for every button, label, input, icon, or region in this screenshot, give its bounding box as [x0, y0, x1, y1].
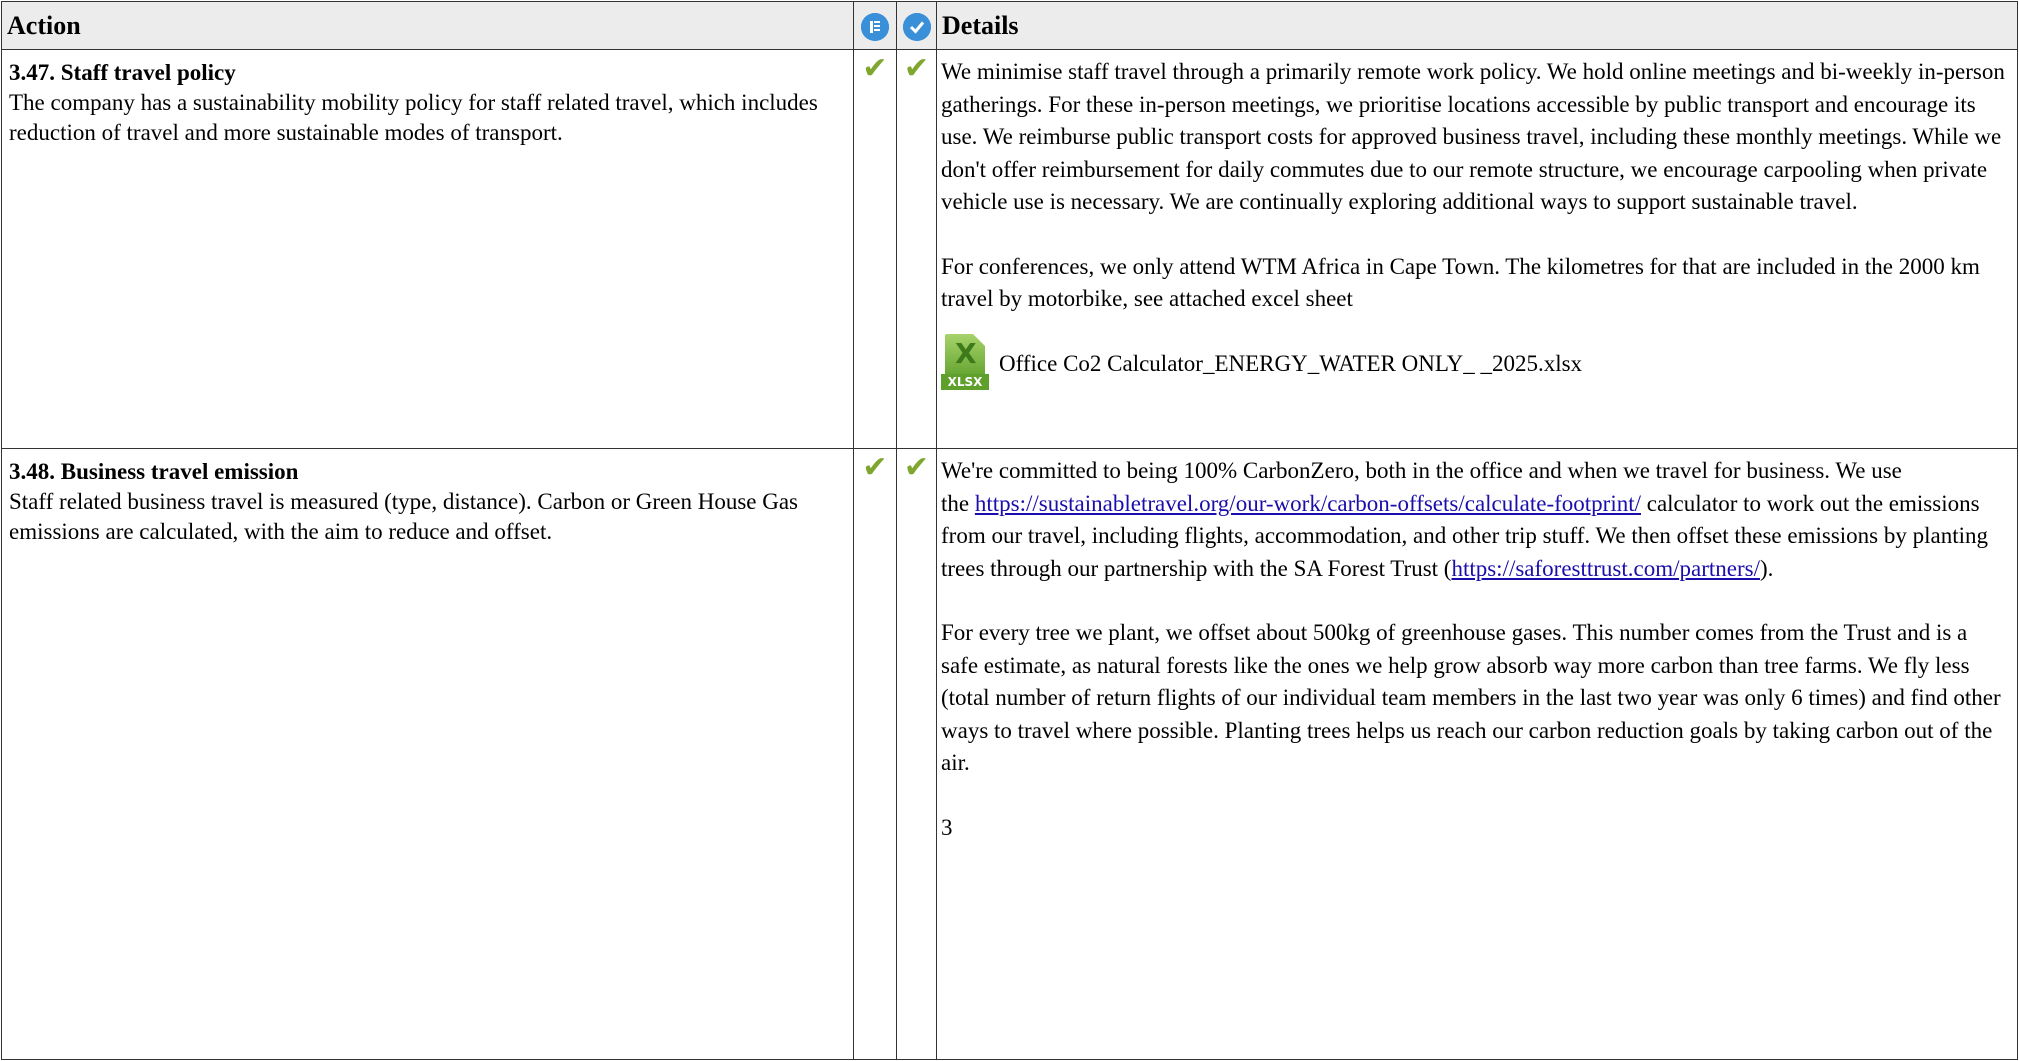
- check-cell: ✔: [853, 49, 897, 449]
- attachment-name[interactable]: Office Co2 Calculator_ENERGY_WATER ONLY_…: [999, 348, 1582, 381]
- action-description: Staff related business travel is measure…: [9, 489, 798, 544]
- sa-forest-trust-link[interactable]: https://saforesttrust.com/partners/: [1451, 556, 1760, 581]
- checkmark-icon: ✔: [862, 51, 888, 86]
- details-paragraph: We're committed to being 100% CarbonZero…: [941, 458, 1989, 581]
- column-header-approved: [896, 1, 937, 50]
- details-cell: We minimise staff travel through a prima…: [936, 49, 2018, 449]
- attachment-link[interactable]: X XLSX Office Co2 Calculator_ENERGY_WATE…: [941, 333, 2007, 396]
- table-header-row: Action Details: [1, 1, 2018, 50]
- details-cell: We're committed to being 100% CarbonZero…: [936, 448, 2018, 1060]
- action-cell: 3.47. Staff travel policy The company ha…: [1, 49, 854, 449]
- table-row: 3.47. Staff travel policy The company ha…: [1, 49, 2018, 449]
- table-row: 3.48. Business travel emission Staff rel…: [1, 448, 2018, 1060]
- action-title: 3.48. Business travel emission: [9, 459, 299, 484]
- checkmark-icon: ✔: [862, 450, 888, 485]
- xlsx-file-icon: X XLSX: [941, 333, 989, 396]
- footprint-calculator-link[interactable]: https://sustainabletravel.org/our-work/c…: [975, 491, 1641, 516]
- actions-table: Action Details 3.47. Staff travel policy…: [1, 1, 2018, 1060]
- action-cell: 3.48. Business travel emission Staff rel…: [1, 448, 854, 1060]
- check-cell: ✔: [896, 448, 937, 1060]
- list-icon: [861, 13, 889, 42]
- check-cell: ✔: [853, 448, 897, 1060]
- action-description: The company has a sustainability mobilit…: [9, 90, 818, 145]
- details-paragraph: For conferences, we only attend WTM Afri…: [941, 253, 1980, 312]
- checkmark-icon: ✔: [903, 51, 930, 86]
- check-cell: ✔: [896, 49, 937, 449]
- details-paragraph: We minimise staff travel through a prima…: [941, 59, 2005, 214]
- column-header-action: Action: [1, 1, 854, 50]
- action-title: 3.47. Staff travel policy: [9, 60, 236, 85]
- details-paragraph: 3: [941, 814, 953, 840]
- column-header-details: Details: [936, 1, 2018, 50]
- column-header-list: [853, 1, 897, 50]
- checkmark-circle-icon: [902, 13, 931, 42]
- details-paragraph: For every tree we plant, we offset about…: [941, 620, 2001, 775]
- checkmark-icon: ✔: [903, 450, 930, 485]
